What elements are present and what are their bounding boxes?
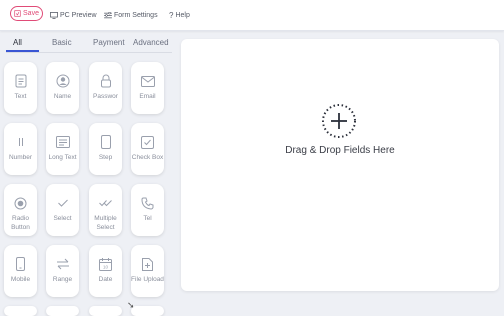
field-label: Check Box bbox=[131, 154, 164, 161]
number-icon bbox=[14, 135, 28, 149]
field-email[interactable]: Email bbox=[131, 62, 164, 114]
field-label: File Upload bbox=[131, 276, 164, 283]
mouse-cursor-icon: ➘ bbox=[127, 300, 135, 310]
dropzone-hint: Drag & Drop Fields Here bbox=[285, 145, 395, 156]
field-label: Number bbox=[8, 154, 33, 161]
field-label: Step bbox=[98, 154, 113, 161]
field-partial[interactable] bbox=[46, 306, 79, 316]
field-file-upload[interactable]: File Upload bbox=[131, 245, 164, 297]
field-radio-button[interactable]: Radio Button bbox=[4, 184, 37, 236]
field-label: Radio Button bbox=[11, 215, 30, 231]
field-tel[interactable]: Tel bbox=[131, 184, 164, 236]
check-icon bbox=[56, 196, 70, 210]
field-label: Range bbox=[52, 276, 73, 283]
step-icon bbox=[99, 135, 113, 149]
calendar-icon: 10 bbox=[99, 257, 113, 271]
text-doc-icon bbox=[14, 74, 28, 88]
field-label: Long Text bbox=[48, 154, 77, 161]
field-password[interactable]: Passwor bbox=[89, 62, 122, 114]
double-check-icon bbox=[98, 196, 113, 210]
envelope-icon bbox=[140, 74, 155, 88]
field-date[interactable]: 10 Date bbox=[89, 245, 122, 297]
field-label: Mobile bbox=[10, 276, 31, 283]
field-step[interactable]: Step bbox=[89, 123, 122, 175]
field-label: Date bbox=[98, 276, 113, 283]
field-label: Passwor bbox=[93, 93, 118, 100]
field-name[interactable]: Name bbox=[46, 62, 79, 114]
field-label: Select bbox=[53, 215, 72, 222]
lock-icon bbox=[99, 74, 113, 88]
add-circle-icon bbox=[322, 104, 356, 138]
field-palette: Text Name Passwor Email Number Long Text bbox=[0, 0, 180, 316]
person-icon bbox=[56, 74, 70, 88]
svg-text:10: 10 bbox=[103, 264, 109, 269]
mobile-icon bbox=[14, 257, 28, 271]
field-label: Tel bbox=[143, 215, 152, 222]
field-label: Text bbox=[14, 93, 27, 100]
field-partial[interactable] bbox=[89, 306, 122, 316]
field-range[interactable]: Range bbox=[46, 245, 79, 297]
long-text-icon bbox=[55, 135, 70, 149]
field-number[interactable]: Number bbox=[4, 123, 37, 175]
range-icon bbox=[56, 257, 70, 271]
field-multiple-select[interactable]: Multiple Select bbox=[89, 184, 122, 236]
field-check-box[interactable]: Check Box bbox=[131, 123, 164, 175]
field-partial[interactable] bbox=[131, 306, 164, 316]
checkbox-icon bbox=[141, 135, 155, 149]
field-select[interactable]: Select bbox=[46, 184, 79, 236]
field-label: Name bbox=[53, 93, 72, 100]
file-upload-icon bbox=[141, 257, 155, 271]
field-partial[interactable] bbox=[4, 306, 37, 316]
field-long-text[interactable]: Long Text bbox=[46, 123, 79, 175]
phone-icon bbox=[141, 196, 155, 210]
field-label: Multiple Select bbox=[94, 215, 117, 231]
field-label: Email bbox=[139, 93, 156, 100]
form-canvas-dropzone[interactable]: Drag & Drop Fields Here bbox=[181, 39, 499, 291]
field-text[interactable]: Text bbox=[4, 62, 37, 114]
field-mobile[interactable]: Mobile bbox=[4, 245, 37, 297]
radio-icon bbox=[14, 196, 28, 210]
